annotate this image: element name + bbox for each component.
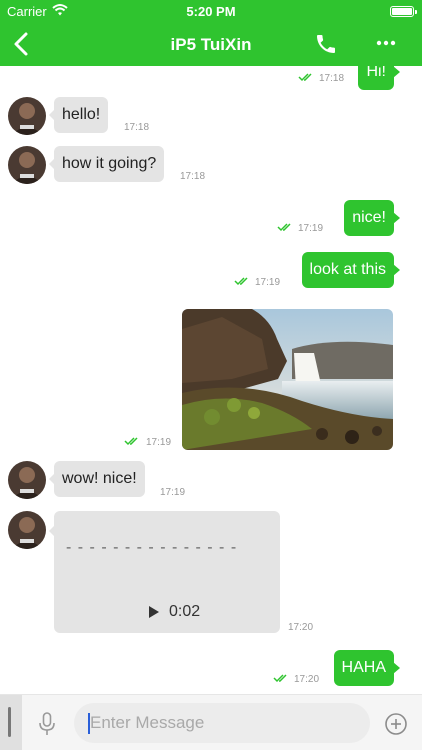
message-row-incoming: wow! nice! 17:19 xyxy=(0,461,422,499)
avatar[interactable] xyxy=(8,461,46,499)
message-input[interactable] xyxy=(74,703,370,743)
avatar[interactable] xyxy=(8,511,46,549)
microphone-icon[interactable] xyxy=(37,712,57,736)
incoming-message-bubble[interactable]: hello! xyxy=(48,97,109,133)
message-time: 17:19 xyxy=(146,437,172,448)
message-row-outgoing: HAHA 17:20 xyxy=(0,650,422,686)
more-dots-icon[interactable] xyxy=(376,38,396,48)
message-row-outgoing: Hi! 17:18 xyxy=(0,66,422,90)
message-time: 17:20 xyxy=(288,622,314,633)
app-header: Carrier 5:20 PM iP5 TuiXin xyxy=(0,0,422,66)
message-row-incoming: hello! 17:18 xyxy=(0,97,422,135)
message-time: 17:19 xyxy=(255,277,281,288)
phone-icon[interactable] xyxy=(314,32,338,56)
message-row-outgoing: 17:19 xyxy=(0,309,422,450)
page-title: iP5 TuiXin xyxy=(170,35,252,54)
outgoing-message-bubble[interactable]: look at this xyxy=(301,252,401,288)
message-time: 17:20 xyxy=(294,674,320,685)
message-time: 17:19 xyxy=(298,223,324,234)
message-time: 17:18 xyxy=(319,73,345,84)
avatar[interactable] xyxy=(8,97,46,135)
text-caret xyxy=(88,713,90,734)
outgoing-message-bubble[interactable]: nice! xyxy=(344,200,400,236)
outgoing-message-bubble[interactable]: Hi! xyxy=(358,66,400,90)
status-time: 5:20 PM xyxy=(186,4,236,19)
message-time: 17:19 xyxy=(160,487,186,498)
status-bar: Carrier 5:20 PM xyxy=(0,3,422,21)
double-check-icon xyxy=(277,223,291,232)
double-check-icon xyxy=(234,277,248,286)
message-input-bar xyxy=(0,694,422,750)
double-check-icon xyxy=(273,674,287,683)
add-circle-icon[interactable] xyxy=(384,712,408,736)
message-time: 17:18 xyxy=(180,171,206,182)
outgoing-message-bubble[interactable]: HAHA xyxy=(333,650,401,686)
message-row-incoming: how it going? 17:18 xyxy=(0,146,422,184)
voice-duration: 0:02 xyxy=(169,603,201,620)
incoming-message-bubble[interactable]: how it going? xyxy=(48,146,165,182)
double-check-icon xyxy=(298,73,312,82)
drawer-handle[interactable] xyxy=(0,695,22,750)
nav-bar: iP5 TuiXin xyxy=(0,22,422,66)
message-row-outgoing: nice! 17:19 xyxy=(0,200,422,236)
voice-waveform: - - - - - - - - - - - - - - - xyxy=(66,539,238,556)
message-list[interactable]: Hi! 17:18 hello! 17:18 how it going? 17:… xyxy=(0,66,422,694)
avatar[interactable] xyxy=(8,146,46,184)
incoming-message-bubble[interactable]: wow! nice! xyxy=(49,461,145,497)
double-check-icon xyxy=(124,437,138,446)
voice-message-bubble[interactable]: - - - - - - - - - - - - - - - 0:02 xyxy=(49,511,280,633)
message-row-outgoing: look at this 17:19 xyxy=(0,252,422,288)
waterfall-photo[interactable] xyxy=(182,309,393,450)
message-row-incoming: - - - - - - - - - - - - - - - 0:02 17:20 xyxy=(0,511,422,633)
battery-icon xyxy=(390,6,417,17)
message-time: 17:18 xyxy=(124,122,150,133)
play-icon[interactable] xyxy=(148,605,160,619)
